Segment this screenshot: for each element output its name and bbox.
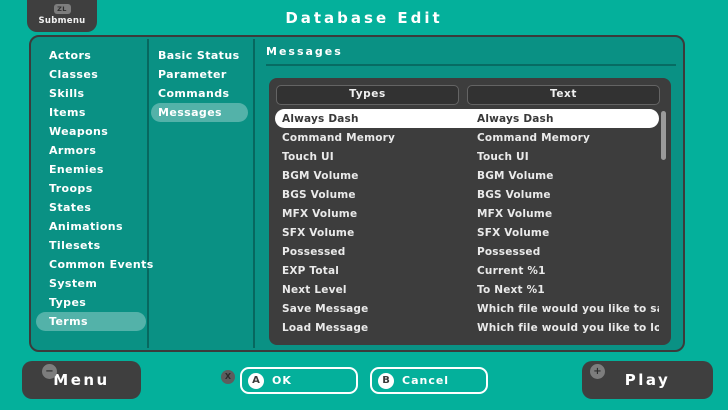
table-row[interactable]: Always Dash Always Dash xyxy=(275,109,659,128)
a-button-icon: A xyxy=(248,372,264,389)
x-button-icon: X xyxy=(221,370,235,384)
row-type-cell: BGM Volume xyxy=(282,169,359,182)
row-type-cell: Load Message xyxy=(282,321,369,334)
table-row[interactable]: MFX Volume MFX Volume xyxy=(275,204,659,223)
section-item[interactable]: Parameter xyxy=(151,65,248,84)
row-type-cell: Always Dash xyxy=(282,112,359,125)
row-text-cell: Command Memory xyxy=(477,131,591,144)
heading-divider xyxy=(266,64,676,66)
row-text-cell: To Next %1 xyxy=(477,283,545,296)
row-type-cell: BGS Volume xyxy=(282,188,356,201)
category-item[interactable]: Terms xyxy=(36,312,146,331)
row-type-cell: Save Message xyxy=(282,302,369,315)
row-text-cell: BGM Volume xyxy=(477,169,554,182)
table-row[interactable]: SFX Volume SFX Volume xyxy=(275,223,659,242)
column-divider-1 xyxy=(147,39,149,348)
row-text-cell: SFX Volume xyxy=(477,226,550,239)
cancel-button-label: Cancel xyxy=(402,374,450,387)
row-text-cell: Touch UI xyxy=(477,150,529,163)
category-item[interactable]: System xyxy=(36,274,146,293)
messages-table: Types Text Always Dash Always Dash Comma… xyxy=(269,78,671,345)
category-item[interactable]: Troops xyxy=(36,179,146,198)
row-type-cell: Command Memory xyxy=(282,131,396,144)
category-item[interactable]: States xyxy=(36,198,146,217)
column-divider-2 xyxy=(253,39,255,348)
category-item[interactable]: Weapons xyxy=(36,122,146,141)
database-panel: Actors Classes Skills Items Weapons Armo… xyxy=(29,35,685,352)
database-edit-screen: ZL Submenu Database Edit Actors Classes … xyxy=(0,0,728,410)
category-item[interactable]: Armors xyxy=(36,141,146,160)
menu-button[interactable]: − Menu xyxy=(22,361,141,399)
category-item[interactable]: Tilesets xyxy=(36,236,146,255)
row-type-cell: EXP Total xyxy=(282,264,340,277)
table-row[interactable]: Touch UI Touch UI xyxy=(275,147,659,166)
section-item[interactable]: Commands xyxy=(151,84,248,103)
table-row[interactable]: Save Message Which file would you like t… xyxy=(275,299,659,318)
scrollbar-thumb[interactable] xyxy=(661,111,666,160)
table-row[interactable]: EXP Total Current %1 xyxy=(275,261,659,280)
cancel-button[interactable]: B Cancel xyxy=(370,367,488,394)
row-type-cell: SFX Volume xyxy=(282,226,355,239)
section-list: Basic Status Parameter Commands Messages xyxy=(151,46,248,122)
row-text-cell: Which file would you like to load? xyxy=(477,321,659,334)
row-text-cell: Always Dash xyxy=(477,112,554,125)
play-button[interactable]: + Play xyxy=(582,361,713,399)
row-text-cell: BGS Volume xyxy=(477,188,551,201)
category-item[interactable]: Common Events xyxy=(36,255,153,274)
table-row[interactable]: BGS Volume BGS Volume xyxy=(275,185,659,204)
category-list: Actors Classes Skills Items Weapons Armo… xyxy=(36,46,153,331)
row-text-cell: Which file would you like to save to? xyxy=(477,302,659,315)
plus-button-icon: + xyxy=(590,364,605,379)
table-row[interactable]: Load Message Which file would you like t… xyxy=(275,318,659,337)
play-button-label: Play xyxy=(624,371,671,389)
table-rows: Always Dash Always Dash Command Memory C… xyxy=(275,109,659,337)
category-item[interactable]: Actors xyxy=(36,46,146,65)
table-row[interactable]: BGM Volume BGM Volume xyxy=(275,166,659,185)
row-text-cell: Possessed xyxy=(477,245,541,258)
section-item[interactable]: Messages xyxy=(151,103,248,122)
ok-button-label: OK xyxy=(272,374,292,387)
menu-button-label: Menu xyxy=(53,371,110,389)
table-row[interactable]: Command Memory Command Memory xyxy=(275,128,659,147)
column-header-text[interactable]: Text xyxy=(467,85,660,105)
row-text-cell: Current %1 xyxy=(477,264,546,277)
table-row[interactable]: Possessed Possessed xyxy=(275,242,659,261)
category-item[interactable]: Skills xyxy=(36,84,146,103)
messages-heading: Messages xyxy=(266,45,343,58)
category-item[interactable]: Enemies xyxy=(36,160,146,179)
section-item[interactable]: Basic Status xyxy=(151,46,248,65)
table-row[interactable]: Next Level To Next %1 xyxy=(275,280,659,299)
minus-button-icon: − xyxy=(42,364,57,379)
column-header-types[interactable]: Types xyxy=(276,85,459,105)
category-item[interactable]: Items xyxy=(36,103,146,122)
row-type-cell: Next Level xyxy=(282,283,347,296)
b-button-icon: B xyxy=(378,372,394,389)
row-text-cell: MFX Volume xyxy=(477,207,553,220)
table-header: Types Text xyxy=(269,85,671,105)
row-type-cell: Touch UI xyxy=(282,150,334,163)
category-item[interactable]: Classes xyxy=(36,65,146,84)
ok-button[interactable]: A OK xyxy=(240,367,358,394)
category-item[interactable]: Animations xyxy=(36,217,146,236)
category-item[interactable]: Types xyxy=(36,293,146,312)
row-type-cell: MFX Volume xyxy=(282,207,358,220)
row-type-cell: Possessed xyxy=(282,245,346,258)
page-title: Database Edit xyxy=(285,9,443,27)
